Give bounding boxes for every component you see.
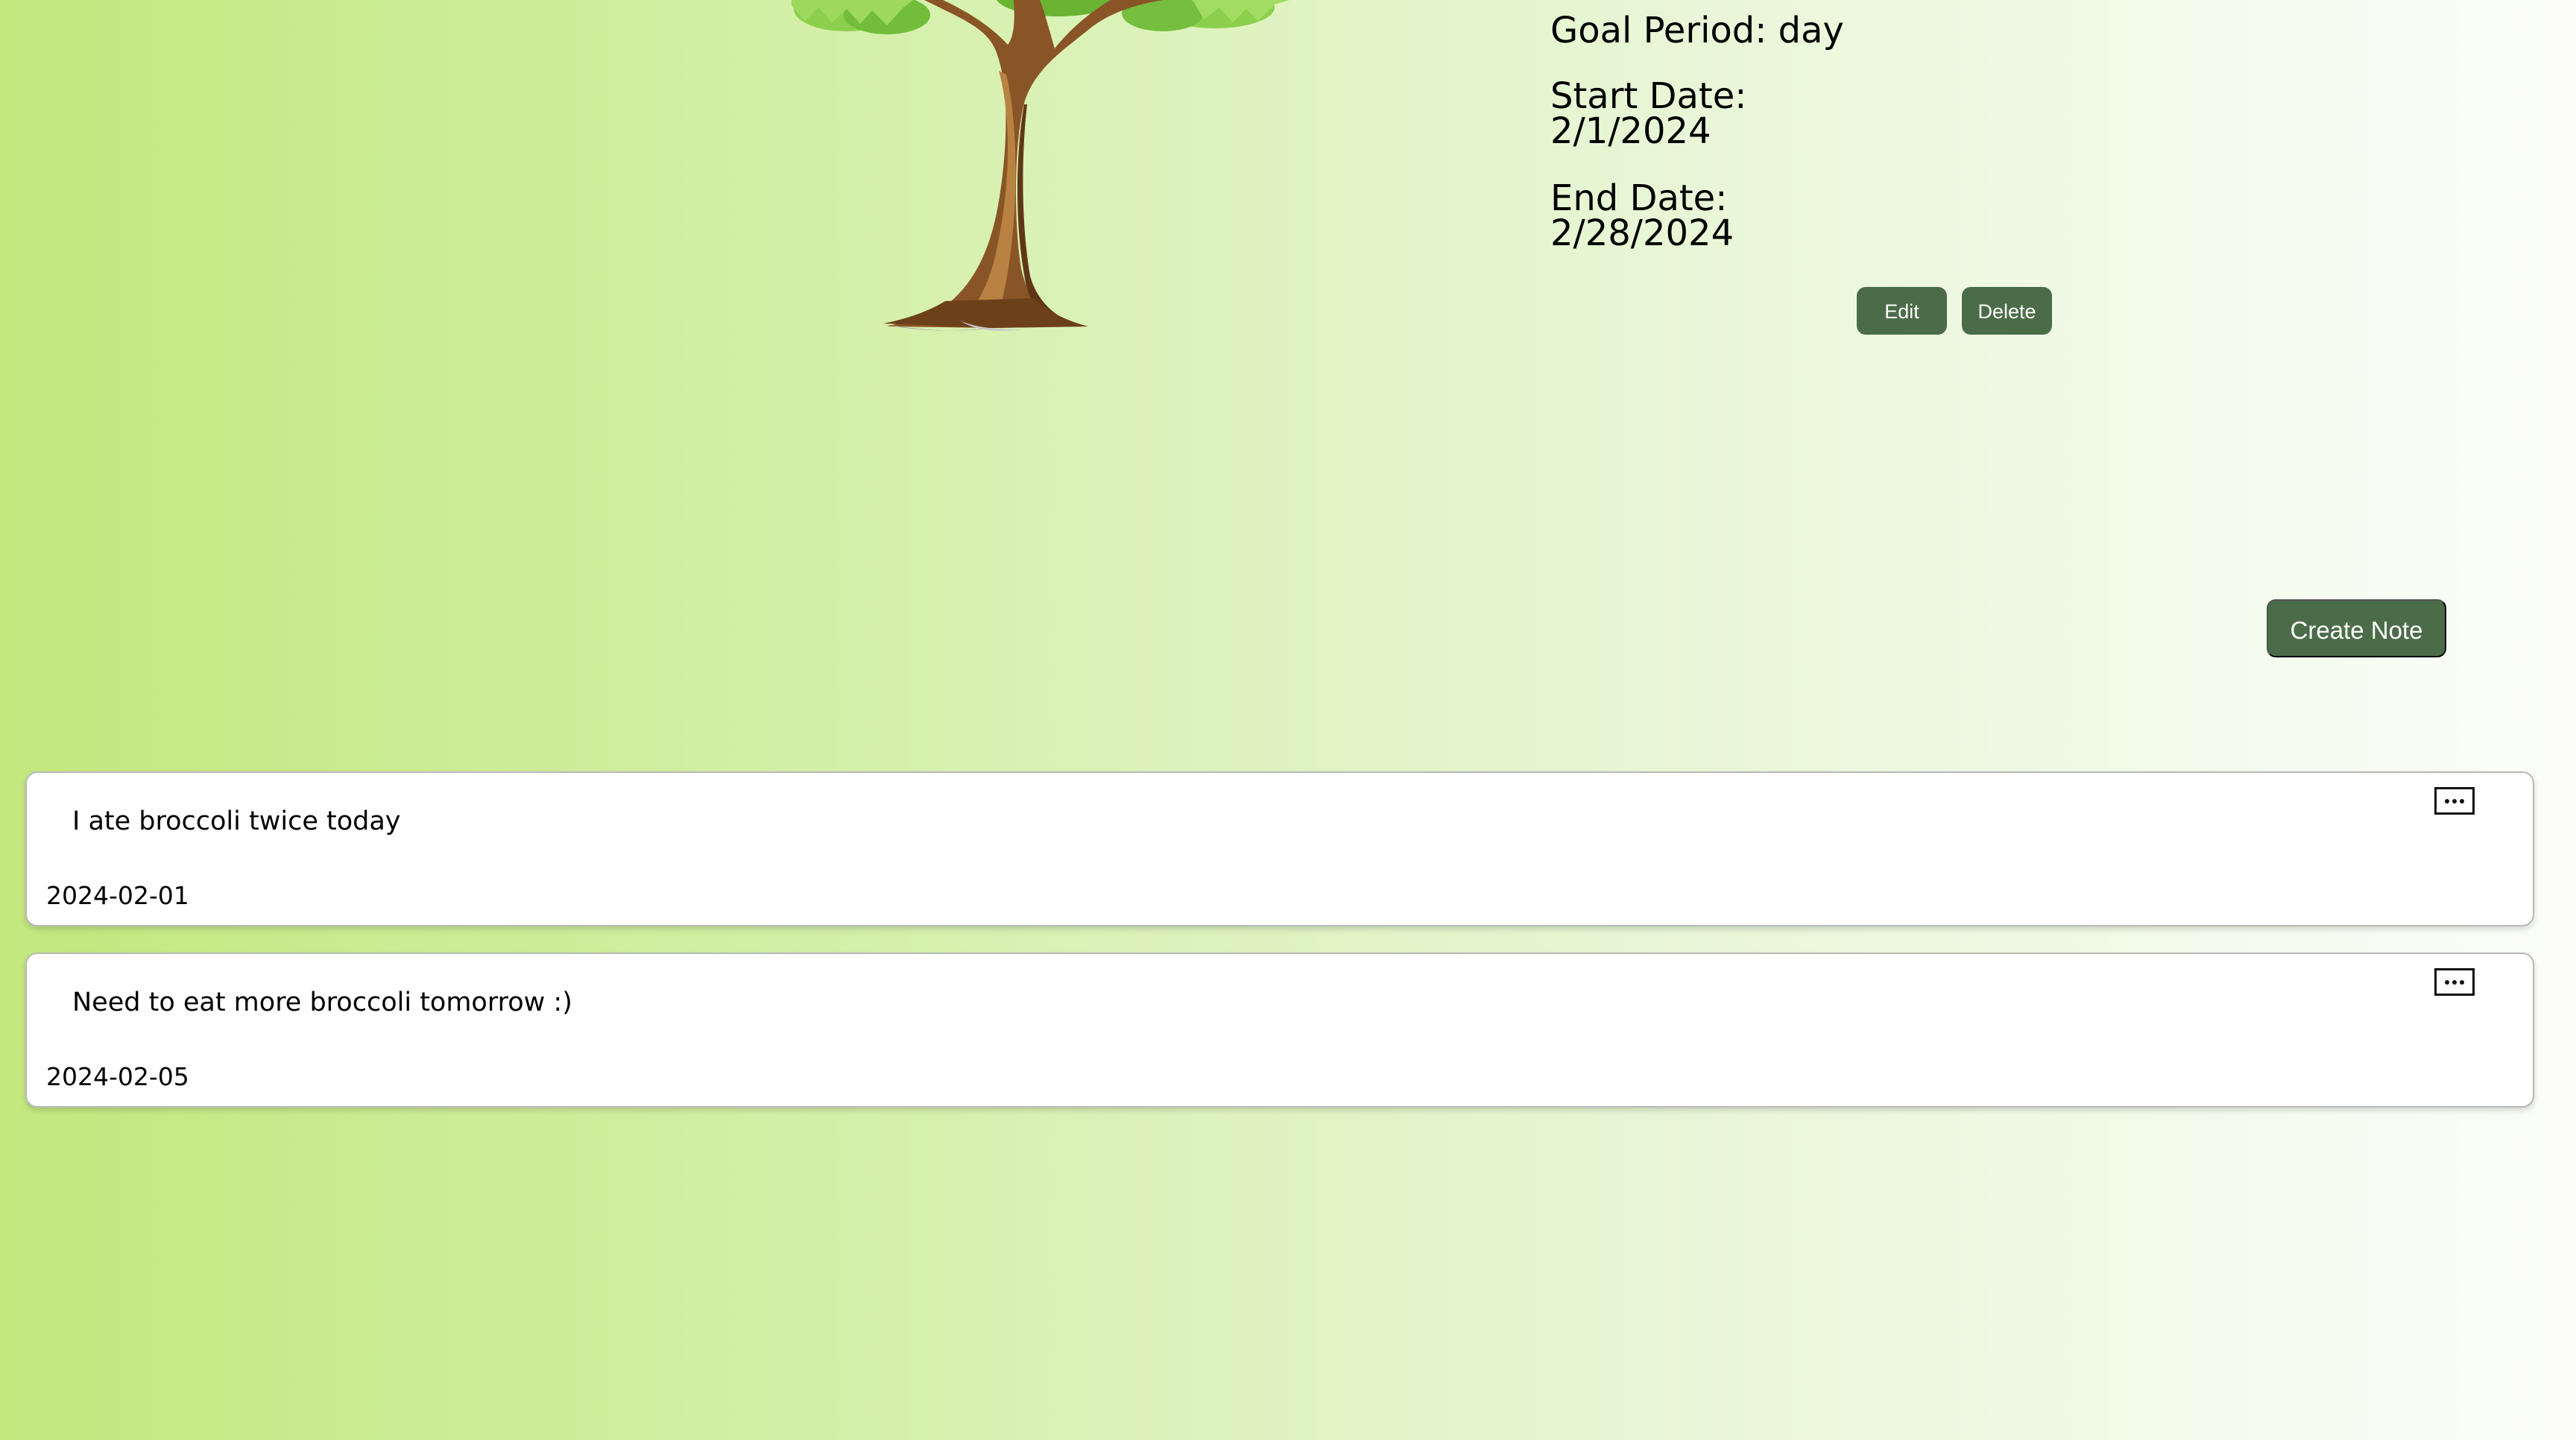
dot-icon <box>2445 979 2449 985</box>
note-text: Need to eat more broccoli tomorrow :) <box>72 988 572 1017</box>
goal-period: Goal Period: day <box>1550 10 1844 51</box>
end-date-label: End Date: <box>1550 177 1728 219</box>
goal-details: Goal Period: day Start Date: 2/1/2024 En… <box>1550 13 2072 251</box>
delete-button[interactable]: Delete <box>1962 287 2052 335</box>
note-date: 2024-02-05 <box>46 1062 189 1091</box>
more-options-icon[interactable] <box>2434 787 2475 815</box>
note-date: 2024-02-01 <box>46 881 189 910</box>
tree-trunk <box>883 0 1163 331</box>
dot-icon <box>2452 979 2457 985</box>
tree-illustration <box>775 0 1289 335</box>
start-date-value: 2/1/2024 <box>1550 110 1711 152</box>
note-card: Need to eat more broccoli tomorrow :) 20… <box>25 953 2534 1108</box>
dot-icon <box>2452 798 2457 803</box>
edit-button[interactable]: Edit <box>1857 287 1947 335</box>
dot-icon <box>2445 798 2449 803</box>
note-card: I ate broccoli twice today 2024-02-01 <box>25 771 2534 926</box>
dot-icon <box>2460 798 2464 803</box>
end-date-value: 2/28/2024 <box>1550 212 1734 254</box>
more-options-icon[interactable] <box>2434 968 2475 996</box>
note-text: I ate broccoli twice today <box>72 806 401 836</box>
start-date-label: Start Date: <box>1550 75 1747 117</box>
dot-icon <box>2460 979 2464 985</box>
create-note-button[interactable]: Create Note <box>2267 599 2446 657</box>
